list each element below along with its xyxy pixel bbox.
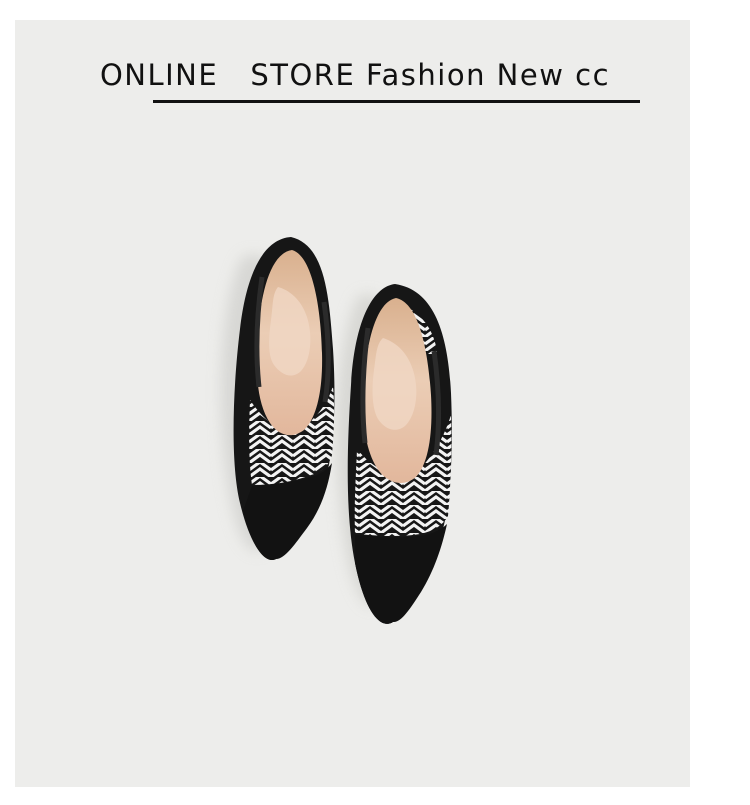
product-page: ONLINE STORE Fashion New cc [0, 0, 750, 805]
banner-title: ONLINE STORE Fashion New cc [99, 58, 611, 92]
shoe-left [233, 237, 335, 561]
product-shoes-image [221, 237, 452, 624]
shoe-right [347, 284, 452, 624]
banner-underline [153, 100, 640, 103]
